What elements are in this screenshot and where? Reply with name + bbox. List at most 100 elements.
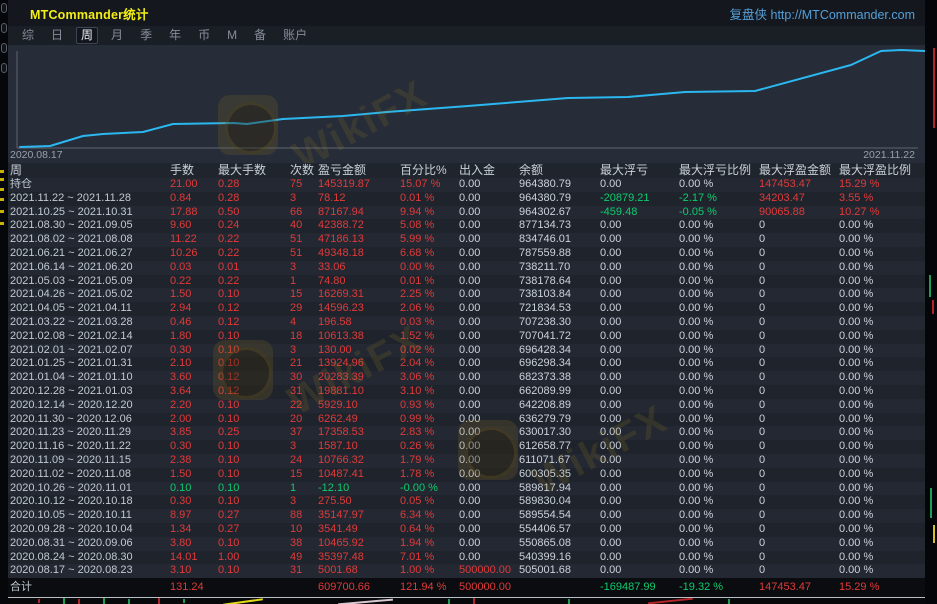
row-cell: 0.00 %: [839, 275, 925, 289]
row-cell: 3: [290, 440, 318, 454]
table-row[interactable]: 2020.11.30 ~ 2020.12.062.000.10206262.49…: [8, 413, 925, 427]
table-row[interactable]: 2020.09.28 ~ 2020.10.041.340.27103541.49…: [8, 523, 925, 537]
menu-item-7[interactable]: M: [223, 28, 241, 43]
table-row[interactable]: 2021.01.04 ~ 2021.01.103.600.123020283.3…: [8, 371, 925, 385]
menu-item-6[interactable]: 币: [194, 28, 214, 43]
row-cell: -0.05 %: [679, 206, 759, 220]
table-row[interactable]: 持仓21.000.2875145319.8715.07 %0.00964380.…: [8, 178, 925, 192]
row-cell: 589830.04: [519, 495, 600, 509]
table-row[interactable]: 2020.11.16 ~ 2020.11.220.300.1031587.100…: [8, 440, 925, 454]
table-row[interactable]: 2021.10.25 ~ 2021.10.3117.880.506687167.…: [8, 206, 925, 220]
row-cell: 0.00 %: [679, 178, 759, 192]
row-period: 2020.08.31 ~ 2020.09.06: [10, 537, 170, 551]
row-cell: 0.00 %: [839, 495, 925, 509]
table-row[interactable]: 2021.11.22 ~ 2021.11.280.840.28378.120.0…: [8, 192, 925, 206]
table-row[interactable]: 2021.06.21 ~ 2021.06.2710.260.225149348.…: [8, 247, 925, 261]
row-cell: 0.22: [218, 247, 290, 261]
row-cell: 2.94: [170, 302, 218, 316]
row-cell: 1.80: [170, 330, 218, 344]
row-cell: 0.00: [459, 468, 519, 482]
background-candle: [183, 599, 185, 603]
row-cell: 0.00 %: [839, 357, 925, 371]
table-row[interactable]: 2020.10.12 ~ 2020.10.180.300.103275.500.…: [8, 495, 925, 509]
table-row[interactable]: 2021.08.30 ~ 2021.09.059.600.244042388.7…: [8, 219, 925, 233]
row-cell: 0.00 %: [839, 385, 925, 399]
table-row[interactable]: 2021.05.03 ~ 2021.05.090.220.22174.800.0…: [8, 275, 925, 289]
row-cell: 11.22: [170, 233, 218, 247]
menu-item-8[interactable]: 备: [250, 28, 270, 43]
table-row[interactable]: 2021.02.01 ~ 2021.02.070.300.103130.000.…: [8, 344, 925, 358]
row-cell: 0.00 %: [839, 482, 925, 496]
menu-item-9[interactable]: 账户: [279, 28, 311, 43]
table-row[interactable]: 2020.10.26 ~ 2020.11.010.100.101-12.10-0…: [8, 482, 925, 496]
table-row[interactable]: 2020.08.31 ~ 2020.09.063.800.103810465.9…: [8, 537, 925, 551]
background-trendline: [223, 598, 263, 604]
row-cell: 0: [759, 247, 839, 261]
row-period: 2020.11.02 ~ 2020.11.08: [10, 468, 170, 482]
menu-item-2[interactable]: 周: [76, 27, 98, 44]
menu-item-5[interactable]: 年: [165, 28, 185, 43]
row-cell: 51: [290, 247, 318, 261]
row-cell: 3.06 %: [400, 371, 459, 385]
table-row[interactable]: 2021.03.22 ~ 2021.03.280.460.124196.580.…: [8, 316, 925, 330]
row-cell: 630017.30: [519, 426, 600, 440]
chart-start-date: 2020.08.17: [10, 149, 63, 161]
menu-item-4[interactable]: 季: [136, 28, 156, 43]
header-cell-5: 百分比%: [400, 163, 459, 178]
row-cell: 1.52 %: [400, 330, 459, 344]
background-candle: [728, 599, 730, 604]
row-cell: 13924.96: [318, 357, 400, 371]
row-period: 2021.10.25 ~ 2021.10.31: [10, 206, 170, 220]
header-cell-11: 最大浮盈比例: [839, 163, 925, 178]
background-mark: [0, 210, 4, 213]
row-cell: 3541.49: [318, 523, 400, 537]
table-row[interactable]: 2020.11.02 ~ 2020.11.081.500.101510487.4…: [8, 468, 925, 482]
menu-item-1[interactable]: 日: [47, 28, 67, 43]
row-cell: 0.00 %: [839, 440, 925, 454]
table-row[interactable]: 2020.08.17 ~ 2020.08.233.100.10315001.68…: [8, 564, 925, 578]
table-row[interactable]: 2020.11.23 ~ 2020.11.293.850.253717358.5…: [8, 426, 925, 440]
table-row[interactable]: 2021.02.08 ~ 2021.02.141.800.101810613.3…: [8, 330, 925, 344]
row-cell: 49: [290, 551, 318, 565]
row-period: 2021.05.03 ~ 2021.05.09: [10, 275, 170, 289]
background-candle: [63, 598, 65, 604]
table-row[interactable]: 2020.12.14 ~ 2020.12.202.200.10225929.10…: [8, 399, 925, 413]
row-cell: 2.04 %: [400, 357, 459, 371]
row-cell: 0.28: [218, 192, 290, 206]
table-row[interactable]: 2020.08.24 ~ 2020.08.3014.011.004935397.…: [8, 551, 925, 565]
row-cell: 0.00 %: [679, 219, 759, 233]
row-cell: 877134.73: [519, 219, 600, 233]
row-cell: 0.00 %: [839, 399, 925, 413]
table-row[interactable]: 2021.06.14 ~ 2021.06.200.030.01333.060.0…: [8, 261, 925, 275]
row-cell: 0.64 %: [400, 523, 459, 537]
row-cell: 0.00: [600, 399, 679, 413]
table-row[interactable]: 2020.11.09 ~ 2020.11.152.380.102410766.3…: [8, 454, 925, 468]
row-cell: 1.34: [170, 523, 218, 537]
equity-chart-panel[interactable]: 2020.08.17 2021.11.22 WikiFX: [8, 45, 925, 163]
table-row[interactable]: 2021.04.05 ~ 2021.04.112.940.122914596.2…: [8, 302, 925, 316]
menu-item-0[interactable]: 综: [18, 28, 38, 43]
total-cell: 121.94 %: [400, 578, 459, 597]
row-cell: 4: [290, 316, 318, 330]
background-candle: [103, 598, 105, 604]
brand-link[interactable]: 复盘侠 http://MTCommander.com: [730, 4, 915, 23]
row-cell: 10: [290, 523, 318, 537]
row-period: 2021.01.04 ~ 2021.01.10: [10, 371, 170, 385]
menu-item-3[interactable]: 月: [107, 28, 127, 43]
row-cell: 0: [759, 233, 839, 247]
table-row[interactable]: 2021.08.02 ~ 2021.08.0811.220.225147186.…: [8, 233, 925, 247]
total-cell: -19.32 %: [679, 578, 759, 597]
row-cell: 0.00: [600, 233, 679, 247]
table-row[interactable]: 2020.12.28 ~ 2021.01.033.640.123119881.1…: [8, 385, 925, 399]
table-row[interactable]: 2020.10.05 ~ 2020.10.118.970.278835147.9…: [8, 509, 925, 523]
table-row[interactable]: 2021.04.26 ~ 2021.05.021.500.101516269.3…: [8, 288, 925, 302]
row-cell: 0: [759, 495, 839, 509]
table-row[interactable]: 2021.01.25 ~ 2021.01.312.100.102113924.9…: [8, 357, 925, 371]
row-cell: 0.00 %: [679, 344, 759, 358]
row-cell: 0.30: [170, 344, 218, 358]
row-cell: 696428.34: [519, 344, 600, 358]
row-cell: 6262.49: [318, 413, 400, 427]
background-candle: [929, 275, 931, 297]
row-cell: 0.22: [218, 275, 290, 289]
row-period: 持仓: [10, 178, 170, 192]
